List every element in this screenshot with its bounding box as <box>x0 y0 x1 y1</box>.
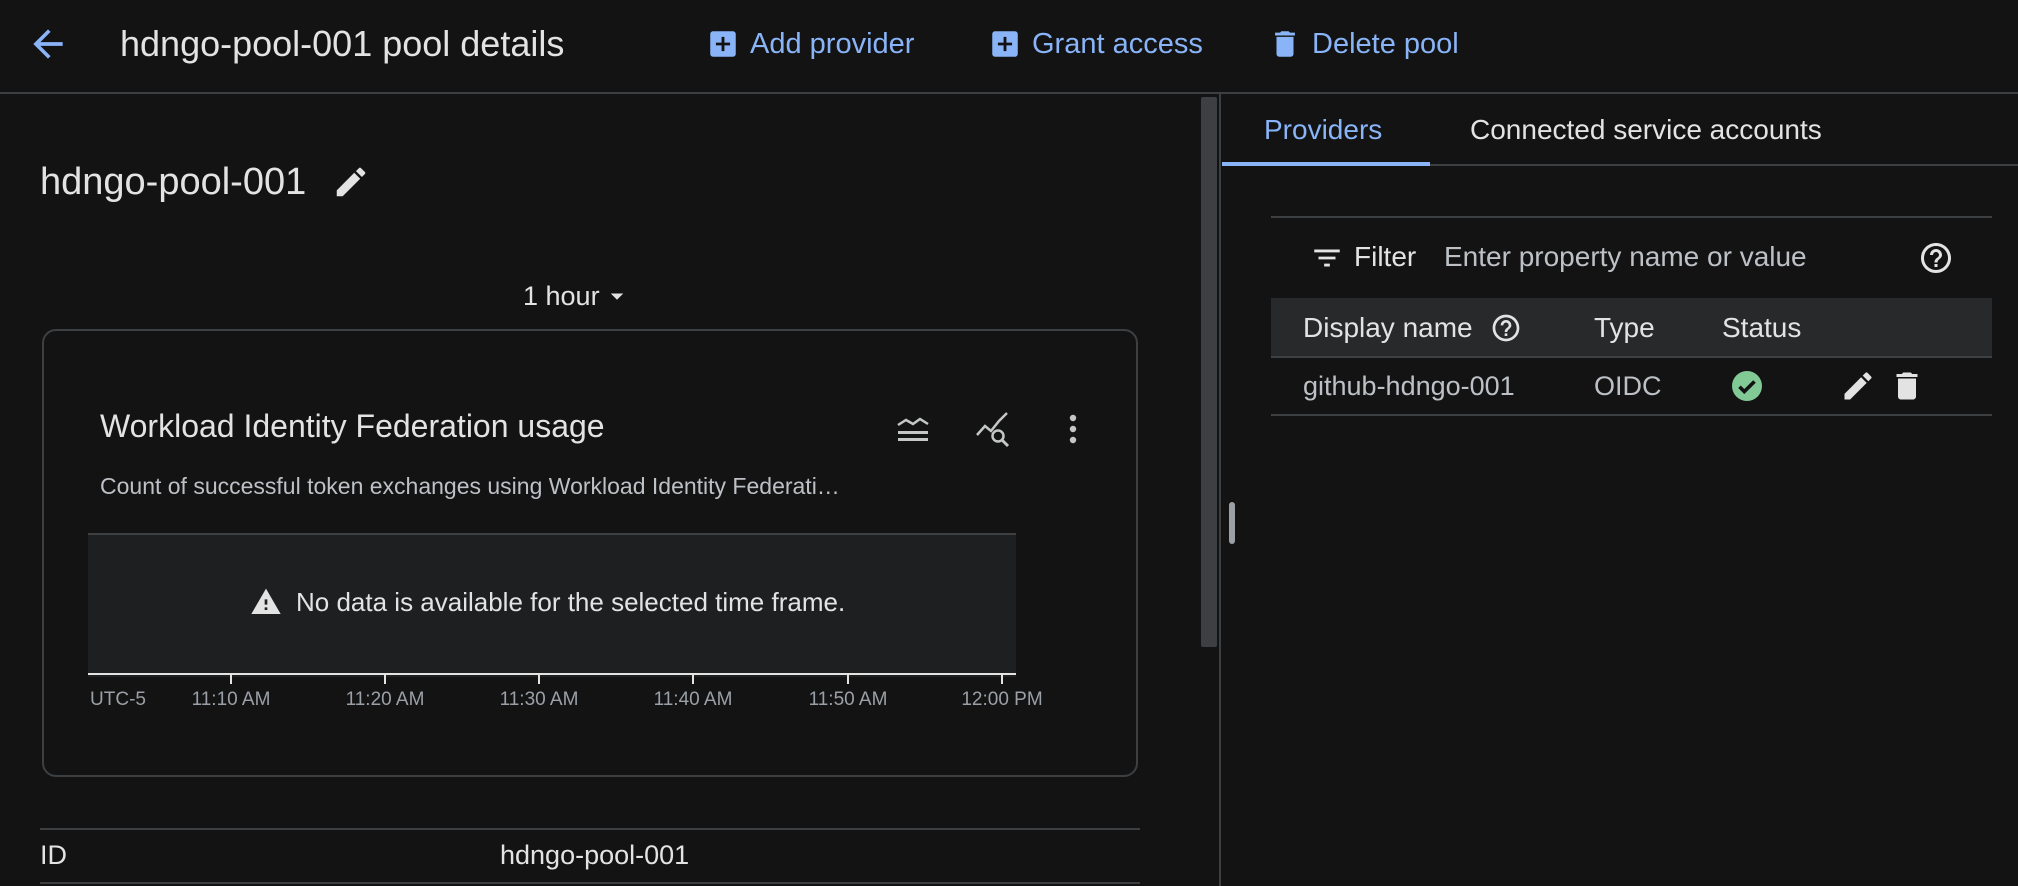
chart-title: Workload Identity Federation usage <box>100 408 605 444</box>
time-range-value: 1 hour <box>523 281 600 311</box>
delete-provider-icon[interactable] <box>1889 368 1925 404</box>
divider <box>1271 356 1992 358</box>
axis-tick <box>538 673 540 684</box>
explore-chart-icon[interactable] <box>973 409 1013 449</box>
pool-name-heading: hdngo-pool-001 <box>40 161 307 203</box>
help-icon[interactable] <box>1918 240 1954 276</box>
trash-icon <box>1275 31 1295 57</box>
divider <box>1271 216 1992 218</box>
dropdown-arrow-icon <box>610 293 623 300</box>
legend-icon[interactable] <box>893 409 933 449</box>
divider <box>1271 414 1992 416</box>
provider-type: OIDC <box>1594 371 1662 401</box>
property-value-id: hdngo-pool-001 <box>500 840 690 870</box>
no-data-text: No data is available for the selected ti… <box>296 586 846 617</box>
axis-tick <box>847 673 849 684</box>
edit-icon[interactable] <box>332 163 370 201</box>
add-box-icon <box>710 31 736 57</box>
tab-providers[interactable]: Providers <box>1264 106 1382 154</box>
column-header-status[interactable]: Status <box>1722 310 1801 346</box>
filter-input[interactable] <box>1444 236 1904 278</box>
time-range-dropdown[interactable]: 1 hour <box>523 278 632 314</box>
axis-tick <box>230 673 232 684</box>
time-tick-label: 11:30 AM <box>499 689 579 710</box>
add-provider-label: Add provider <box>750 27 915 60</box>
timezone-label: UTC-5 <box>90 689 146 710</box>
axis-tick <box>692 673 694 684</box>
tab-connected-service-accounts[interactable]: Connected service accounts <box>1470 106 1822 154</box>
axis-tick <box>1001 673 1003 684</box>
arrow-back-icon[interactable] <box>26 22 70 66</box>
more-vert-icon[interactable] <box>1053 409 1093 449</box>
check-circle-icon <box>1729 368 1765 404</box>
x-axis-line <box>88 673 1016 675</box>
resize-handle[interactable] <box>1229 502 1235 544</box>
panel-divider <box>1219 92 1221 886</box>
column-header-display-name[interactable]: Display name <box>1303 310 1473 346</box>
add-provider-button[interactable]: Add provider <box>706 20 914 68</box>
time-tick-label: 12:00 PM <box>961 689 1043 710</box>
property-label-id: ID <box>40 840 67 870</box>
grant-access-label: Grant access <box>1032 27 1203 60</box>
edit-provider-icon[interactable] <box>1840 368 1876 404</box>
axis-tick <box>384 673 386 684</box>
delete-pool-button[interactable]: Delete pool <box>1268 20 1459 68</box>
divider <box>40 882 1140 884</box>
divider <box>40 828 1140 830</box>
no-data-message: No data is available for the selected ti… <box>250 586 845 618</box>
column-header-type[interactable]: Type <box>1594 310 1655 346</box>
time-tick-label: 11:20 AM <box>345 689 425 710</box>
time-tick-label: 11:40 AM <box>653 689 733 710</box>
filter-label: Filter <box>1354 241 1417 272</box>
page-title: hdngo-pool-001 pool details <box>120 23 565 64</box>
time-tick-label: 11:50 AM <box>808 689 888 710</box>
grant-access-button[interactable]: Grant access <box>988 20 1203 68</box>
help-icon[interactable] <box>1490 312 1522 344</box>
active-tab-indicator <box>1222 162 1430 166</box>
filter-icon[interactable] <box>1310 241 1344 275</box>
add-box-icon <box>992 31 1018 57</box>
time-tick-label: 11:10 AM <box>191 689 271 710</box>
warning-icon <box>251 588 281 614</box>
provider-display-name[interactable]: github-hdngo-001 <box>1303 368 1515 404</box>
scrollbar[interactable] <box>1201 97 1217 647</box>
delete-pool-label: Delete pool <box>1312 27 1459 60</box>
chart-subtitle: Count of successful token exchanges usin… <box>100 473 840 499</box>
